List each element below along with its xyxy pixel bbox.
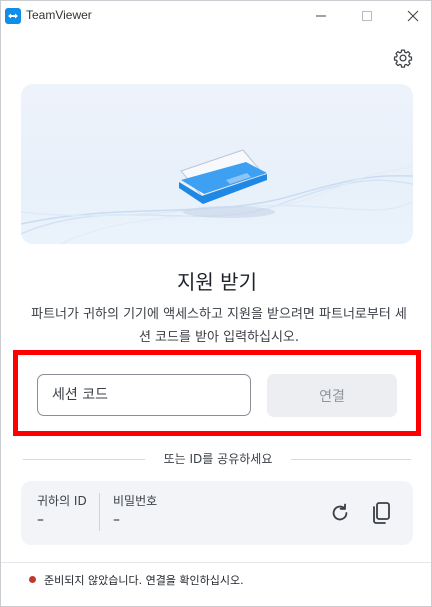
close-button[interactable] — [391, 1, 432, 31]
instruction-text: 파트너가 귀하의 기기에 액세스하고 지원을 받으려면 파트너로부터 세션 코드… — [31, 307, 407, 345]
id-card: 귀하의 ID – 비밀번호 – — [21, 481, 413, 545]
minimize-button[interactable] — [299, 1, 343, 31]
divider-left — [23, 459, 145, 460]
teamviewer-logo-icon — [5, 8, 21, 24]
settings-gear-icon[interactable] — [393, 48, 413, 68]
connect-button[interactable]: 연결 — [267, 374, 397, 417]
window-title: TeamViewer — [26, 8, 92, 22]
your-id-value: – — [37, 512, 44, 528]
close-icon — [407, 10, 419, 22]
teamviewer-window: TeamViewer 지원 받기 파트너가 귀하의 기기에 액세스하고 지원을 … — [0, 0, 432, 607]
refresh-icon[interactable] — [329, 502, 351, 524]
maximize-icon — [362, 11, 372, 21]
session-code-input[interactable] — [37, 374, 251, 416]
status-text: 준비되지 않았습니다. 연결을 확인하십시오. — [44, 574, 244, 587]
minimize-icon — [316, 15, 326, 17]
id-separator — [99, 493, 100, 531]
maximize-button[interactable] — [345, 1, 389, 31]
status-indicator-icon — [29, 576, 36, 583]
password-value: – — [113, 512, 120, 528]
page-title: 지원 받기 — [177, 270, 257, 294]
hero-illustration — [21, 84, 413, 244]
your-id-label: 귀하의 ID — [37, 494, 87, 508]
password-label: 비밀번호 — [113, 494, 158, 508]
status-divider — [1, 562, 431, 563]
divider-right — [291, 459, 411, 460]
share-id-divider-text: 또는 ID를 공유하세요 — [163, 452, 273, 466]
copy-icon[interactable] — [370, 501, 392, 525]
title-bar[interactable]: TeamViewer — [1, 1, 431, 31]
